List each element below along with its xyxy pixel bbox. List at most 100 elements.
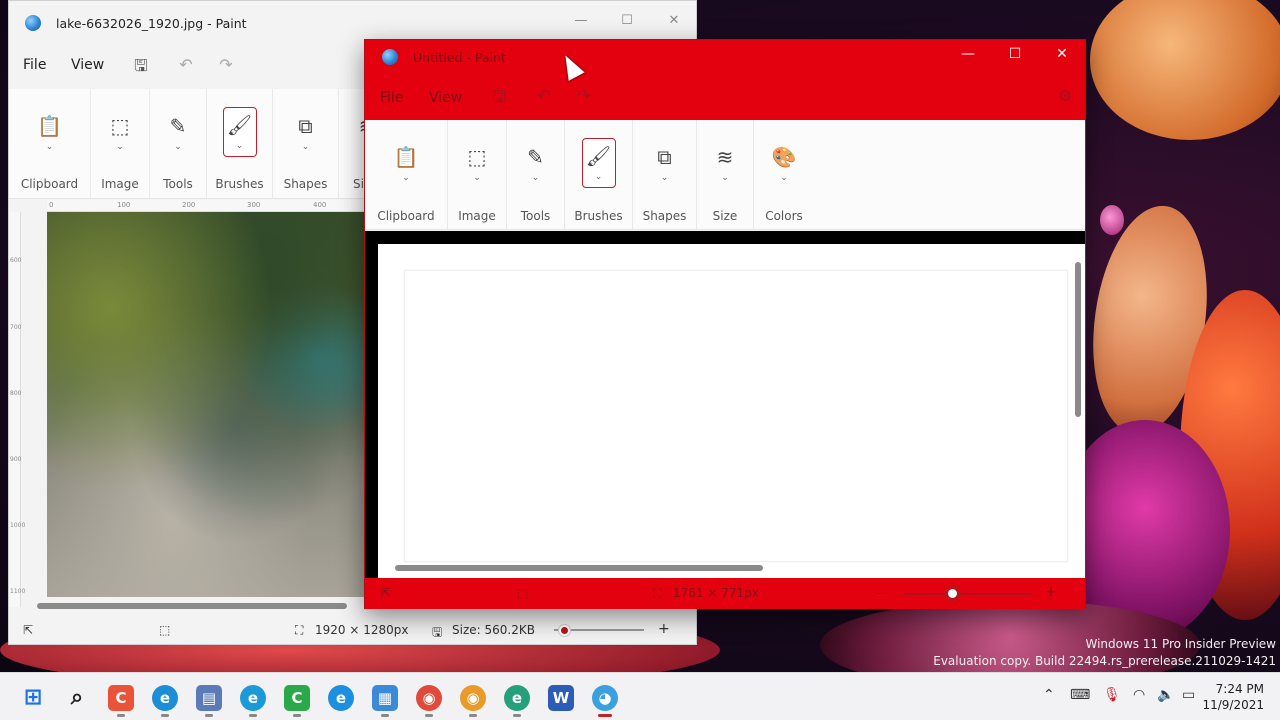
ruler-tick: 200: [182, 201, 196, 209]
save-icon[interactable]: 🖫: [131, 55, 151, 75]
menu-view[interactable]: View: [71, 57, 104, 73]
ribbon-toolbar: 📋 ⌄ Clipboard ⬚ ⌄ Image ✎ ⌄ Tools 🖌 ⌄ Brushe…: [9, 89, 364, 199]
ribbon-group-tools[interactable]: ✎ ⌄ Tools: [150, 89, 207, 199]
redo-icon[interactable]: ↷: [574, 86, 594, 106]
ribbon-group-image[interactable]: ⬚ ⌄ Image: [448, 120, 507, 230]
menu-file[interactable]: File: [23, 57, 46, 73]
taskbar-app-red[interactable]: C: [108, 685, 134, 717]
zoom-slider-thumb[interactable]: [944, 585, 961, 602]
file-size-icon: 🖫: [432, 625, 443, 639]
size-icon: ≋ ⌄: [716, 145, 734, 183]
menu-view[interactable]: View: [429, 90, 462, 106]
tools-icon: ✎ ⌄: [527, 145, 544, 183]
taskbar: ⊞ ⌕ C e ▤ e C e ▦ ◉ ◉ e W ◕ ⌃ ⌨ 🎙 ◠ 🔈 ▭ …: [0, 672, 1280, 720]
battery-icon[interactable]: ▭: [1182, 687, 1195, 703]
taskbar-edge-canary[interactable]: e: [504, 685, 530, 717]
close-icon[interactable]: ✕: [659, 13, 689, 33]
zoom-in-icon[interactable]: +: [1045, 584, 1057, 600]
ribbon-group-brushes[interactable]: 🖌 ⌄ Brushes: [207, 89, 273, 199]
taskbar-notepad[interactable]: ▦: [372, 685, 398, 717]
ribbon-label: Clipboard: [377, 209, 435, 223]
ribbon-label: Brushes: [215, 177, 264, 191]
minimize-icon[interactable]: —: [566, 13, 596, 33]
canvas-size-icon: ⛶: [653, 586, 662, 600]
search-button[interactable]: ⌕: [64, 685, 90, 711]
ruler-tick: 0: [49, 201, 54, 209]
keyboard-icon[interactable]: ⌨: [1070, 687, 1090, 703]
ruler-tick: 1000: [10, 522, 26, 529]
chevron-up-icon[interactable]: ⌃: [1043, 687, 1055, 703]
selection-size-icon: ⬚: [159, 623, 171, 637]
menu-file[interactable]: File: [380, 90, 403, 106]
ruler-tick: 1100: [10, 588, 26, 595]
ribbon-group-clipboard[interactable]: 📋 ⌄ Clipboard: [365, 120, 448, 230]
horizontal-scrollbar[interactable]: [395, 565, 763, 571]
clock[interactable]: 7:24 PM 11/9/2021: [1202, 681, 1264, 713]
ruler-tick: 900: [10, 456, 22, 463]
taskbar-edge[interactable]: e: [328, 685, 354, 711]
ribbon-label: Clipboard: [20, 177, 79, 191]
zoom-slider-track[interactable]: [903, 593, 1031, 595]
lake-photo-canvas[interactable]: [47, 212, 364, 597]
ribbon-group-image[interactable]: ⬚ ⌄ Image: [91, 89, 150, 199]
selection-size-icon: ⬚: [517, 586, 529, 600]
edge-beta-icon: e: [247, 689, 259, 707]
clock-time: 7:24 PM: [1215, 682, 1264, 696]
taskbar-chrome-canary[interactable]: ◉: [460, 685, 486, 717]
redo-icon[interactable]: ↷: [216, 55, 236, 75]
taskbar-edge-dev[interactable]: e: [152, 685, 178, 717]
canvas-workspace[interactable]: [378, 231, 1085, 578]
ribbon-group-clipboard[interactable]: 📋 ⌄ Clipboard: [9, 89, 91, 199]
pointer-icon: ⇱: [23, 623, 34, 637]
windows-logo-icon: ⊞: [23, 685, 43, 710]
ribbon-label: Si: [353, 177, 364, 191]
clipboard-icon: 📋 ⌄: [393, 145, 419, 183]
zoom-out-icon[interactable]: —: [876, 586, 888, 600]
watermark-line-1: Windows 11 Pro Insider Preview: [1085, 637, 1276, 651]
printer-icon: ▤: [201, 689, 217, 707]
ribbon-group-shapes[interactable]: ⧉ ⌄ Shapes: [273, 89, 339, 199]
ribbon-group-size[interactable]: ≋ ⌄ Size: [697, 120, 754, 230]
paint-window-untitled[interactable]: Untitled - Paint — ☐ ✕ File View 🖫 ↶ ↷ ⚙…: [364, 39, 1086, 609]
taskbar-chrome[interactable]: ◉: [416, 685, 442, 717]
horizontal-scrollbar[interactable]: [37, 603, 347, 609]
zoom-slider-thumb[interactable]: [559, 625, 570, 636]
blank-canvas[interactable]: [404, 270, 1068, 562]
zoom-in-icon[interactable]: +: [658, 621, 670, 637]
canvas-edge: [365, 231, 378, 578]
status-bar: ⇱ ⬚ ⛶ 1920 × 1280px 🖫 Size: 560.2KB +: [9, 615, 696, 645]
taskbar-paint[interactable]: ◕: [592, 685, 618, 717]
windows-watermark: Windows 11 Pro Insider Preview Evaluatio…: [933, 636, 1276, 670]
taskbar-printer-app[interactable]: ▤: [196, 685, 222, 717]
ribbon-group-shapes[interactable]: ⧉ ⌄ Shapes: [633, 120, 697, 230]
ruler-horizontal: 0 100 200 300 400: [47, 200, 364, 212]
maximize-icon[interactable]: ☐: [612, 13, 642, 33]
watermark-line-2: Evaluation copy. Build 22494.rs_prerelea…: [933, 654, 1276, 668]
ribbon-label: Tools: [163, 177, 193, 191]
taskbar-word[interactable]: W: [548, 685, 574, 711]
start-button[interactable]: ⊞: [20, 685, 46, 711]
title-and-menu-bar[interactable]: Untitled - Paint — ☐ ✕ File View 🖫 ↶ ↷ ⚙: [365, 40, 1085, 120]
undo-icon[interactable]: ↶: [176, 55, 196, 75]
undo-icon[interactable]: ↶: [534, 86, 554, 106]
ribbon-group-colors[interactable]: 🎨 ⌄ Colors: [754, 120, 814, 230]
taskbar-camtasia[interactable]: C: [284, 685, 310, 717]
ribbon-group-size[interactable]: ≋ Si: [339, 89, 364, 199]
ribbon-group-tools[interactable]: ✎ ⌄ Tools: [507, 120, 565, 230]
window-title: lake-6632026_1920.jpg - Paint: [56, 16, 247, 31]
palette-icon: 🎨 ⌄: [771, 145, 797, 183]
taskbar-edge-beta[interactable]: e: [240, 685, 266, 717]
selection-icon: ⬚ ⌄: [467, 145, 487, 183]
ruler-tick: 700: [10, 324, 22, 331]
save-icon[interactable]: 🖫: [489, 86, 509, 106]
volume-icon[interactable]: 🔈: [1157, 687, 1174, 703]
settings-icon[interactable]: ⚙: [1055, 86, 1075, 106]
ribbon-group-brushes[interactable]: 🖌 ⌄ Brushes: [565, 120, 633, 230]
app-icon: C: [115, 689, 127, 707]
ribbon-label: Image: [101, 177, 139, 191]
vertical-scrollbar[interactable]: [1075, 262, 1081, 417]
selection-icon: ⬚ ⌄: [110, 114, 130, 152]
ribbon-label: Shapes: [283, 177, 328, 191]
wifi-icon[interactable]: ◠: [1133, 687, 1145, 703]
microphone-icon[interactable]: 🎙: [1103, 687, 1121, 703]
